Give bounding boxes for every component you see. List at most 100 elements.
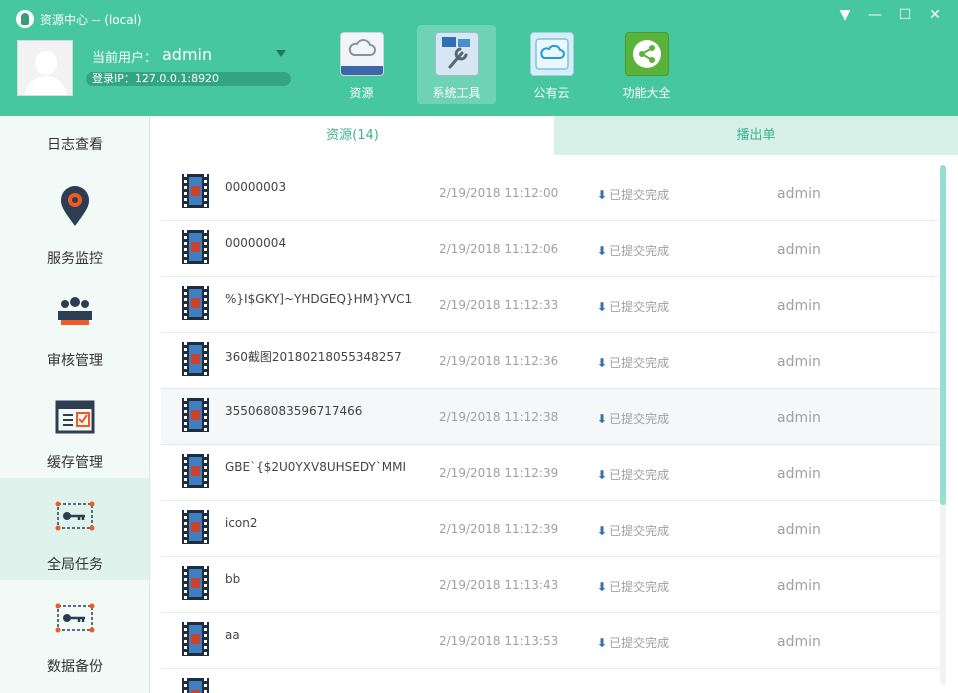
row-user: admin bbox=[777, 522, 821, 538]
sidebar-item-cache-manage[interactable]: 缓存管理 bbox=[0, 382, 149, 484]
scrollbar-thumb[interactable] bbox=[940, 165, 946, 505]
row-user: admin bbox=[777, 354, 821, 370]
minimize-icon[interactable]: — bbox=[860, 4, 890, 26]
current-user-label: 当前用户： bbox=[92, 51, 158, 66]
row-time: 2/19/2018 11:12:39 bbox=[439, 466, 559, 480]
video-file-icon bbox=[182, 286, 209, 320]
toolbar-resources[interactable]: 资源 bbox=[322, 25, 401, 104]
table-row[interactable]: GBE`{$2U0YXV8UHSEDY`MMI 2/19/2018 11:12:… bbox=[161, 445, 941, 501]
row-status-text: 已提交完成 bbox=[609, 468, 670, 482]
row-name: bb bbox=[225, 572, 241, 586]
download-arrow-icon: ⬇ bbox=[597, 188, 608, 202]
row-name: icon2 bbox=[225, 516, 258, 530]
video-file-icon bbox=[182, 398, 209, 432]
toolbar-all-features-label: 功能大全 bbox=[622, 86, 671, 100]
toolbar-all-features[interactable]: 功能大全 bbox=[607, 25, 686, 104]
row-status: ⬇ 已提交完成 bbox=[597, 298, 669, 315]
toolbar-system-tools[interactable]: 系统工具 bbox=[417, 25, 496, 104]
key-backup-icon bbox=[55, 603, 95, 633]
user-dropdown-icon[interactable] bbox=[276, 50, 286, 57]
table-row[interactable]: 00000004 2/19/2018 11:12:06 ⬇ 已提交完成 admin bbox=[161, 221, 941, 277]
download-arrow-icon: ⬇ bbox=[597, 356, 608, 370]
row-status: ⬇ 已提交完成 bbox=[597, 410, 669, 427]
row-time: 2/19/2018 11:13:53 bbox=[439, 634, 559, 648]
row-user: admin bbox=[777, 186, 821, 202]
sidebar-item-label: 全局任务 bbox=[47, 557, 103, 573]
table-row[interactable]: aa 2/19/2018 11:13:53 ⬇ 已提交完成 admin bbox=[161, 613, 941, 669]
login-ip-badge: 登录IP：127.0.0.1:8920 bbox=[86, 72, 291, 86]
sidebar-item-label: 日志查看 bbox=[47, 137, 103, 153]
row-status-text: 已提交完成 bbox=[609, 524, 670, 538]
row-status-text: 已提交完成 bbox=[609, 300, 670, 314]
row-user: admin bbox=[777, 242, 821, 258]
download-arrow-icon: ⬇ bbox=[597, 468, 608, 482]
cache-window-icon bbox=[55, 400, 95, 434]
table-row[interactable]: 355068083596717466 2/19/2018 11:12:38 ⬇ 已… bbox=[161, 389, 941, 445]
download-arrow-icon: ⬇ bbox=[597, 580, 608, 594]
row-time: 2/19/2018 11:12:39 bbox=[439, 522, 559, 536]
sidebar-item-label: 审核管理 bbox=[47, 353, 103, 369]
sidebar-item-data-backup[interactable]: 数据备份 bbox=[0, 580, 149, 682]
row-name: aa bbox=[225, 628, 240, 642]
toolbar-public-cloud[interactable]: 公有云 bbox=[512, 25, 591, 104]
video-file-icon bbox=[182, 566, 209, 600]
sidebar-item-log-view[interactable]: 日志查看 bbox=[0, 116, 149, 162]
resource-list: 00000003 2/19/2018 11:12:00 ⬇ 已提交完成 admin… bbox=[151, 165, 941, 693]
close-icon[interactable]: ✕ bbox=[920, 4, 950, 26]
table-row[interactable]: icon2 2/19/2018 11:12:39 ⬇ 已提交完成 admin bbox=[161, 501, 941, 557]
table-row[interactable]: 360截图20180218055348257 2/19/2018 11:12:3… bbox=[161, 333, 941, 389]
video-file-icon bbox=[182, 454, 209, 488]
avatar[interactable] bbox=[17, 40, 73, 96]
row-user: admin bbox=[777, 578, 821, 594]
video-file-icon bbox=[182, 622, 209, 656]
row-status: ⬇ 已提交完成 bbox=[597, 466, 669, 483]
sidebar: 日志查看 服务监控 审核管理 缓存管理 全局任务 数据备份 bbox=[0, 116, 150, 693]
toolbar-public-cloud-label: 公有云 bbox=[533, 86, 570, 100]
row-status: ⬇ 已提交完成 bbox=[597, 578, 669, 595]
table-row[interactable]: %}I$GKY]~YHDGEQ}HM}YVC1 2/19/2018 11:12:… bbox=[161, 277, 941, 333]
public-cloud-icon bbox=[530, 32, 574, 76]
row-time: 2/19/2018 11:12:38 bbox=[439, 410, 559, 424]
window-title: 资源中心 -- (local) bbox=[16, 10, 142, 28]
row-status-text: 已提交完成 bbox=[609, 412, 670, 426]
tools-icon bbox=[435, 32, 479, 76]
row-user: admin bbox=[777, 634, 821, 650]
avatar-body-icon bbox=[25, 76, 67, 95]
row-time: 2/19/2018 11:12:33 bbox=[439, 298, 559, 312]
row-time: 2/19/2018 11:12:00 bbox=[439, 186, 559, 200]
row-time: 2/19/2018 11:12:06 bbox=[439, 242, 559, 256]
app-logo-icon bbox=[16, 10, 34, 28]
sidebar-item-global-tasks[interactable]: 全局任务 bbox=[0, 478, 149, 580]
row-name: 00000004 bbox=[225, 236, 287, 250]
download-arrow-icon: ⬇ bbox=[597, 636, 608, 650]
sidebar-item-service-monitor[interactable]: 服务监控 bbox=[0, 178, 149, 280]
row-user: admin bbox=[777, 298, 821, 314]
video-file-icon bbox=[182, 230, 209, 264]
sidebar-item-label: 缓存管理 bbox=[47, 455, 103, 471]
key-task-icon bbox=[55, 501, 95, 531]
tab-resources[interactable]: 资源(14) bbox=[151, 116, 554, 155]
dropdown-menu-icon[interactable]: ▼ bbox=[830, 4, 860, 26]
row-user: admin bbox=[777, 410, 821, 426]
sidebar-item-label: 数据备份 bbox=[47, 659, 103, 675]
row-user: admin bbox=[777, 466, 821, 482]
window-controls: ▼ — ☐ ✕ bbox=[830, 4, 950, 26]
current-user-name: admin bbox=[162, 45, 213, 64]
row-status: ⬇ 已提交完成 bbox=[597, 634, 669, 651]
title-bar: 资源中心 -- (local) ▼ — ☐ ✕ 当前用户： admin 登录IP… bbox=[0, 0, 958, 116]
row-status-text: 已提交完成 bbox=[609, 188, 670, 202]
row-status: ⬇ 已提交完成 bbox=[597, 522, 669, 539]
video-file-icon bbox=[182, 342, 209, 376]
row-time: 2/19/2018 11:13:43 bbox=[439, 578, 559, 592]
table-row[interactable]: bb 2/19/2018 11:13:43 ⬇ 已提交完成 admin bbox=[161, 557, 941, 613]
sidebar-item-label: 服务监控 bbox=[47, 251, 103, 267]
tab-playlist[interactable]: 播出单 bbox=[554, 116, 958, 155]
table-row[interactable]: 00000003 2/19/2018 11:12:00 ⬇ 已提交完成 admin bbox=[161, 165, 941, 221]
maximize-icon[interactable]: ☐ bbox=[890, 4, 920, 26]
table-row[interactable] bbox=[161, 669, 941, 693]
row-status-text: 已提交完成 bbox=[609, 356, 670, 370]
row-name: 355068083596717466 bbox=[225, 404, 363, 418]
sidebar-item-review-manage[interactable]: 审核管理 bbox=[0, 280, 149, 382]
row-status-text: 已提交完成 bbox=[609, 244, 670, 258]
location-gear-icon bbox=[61, 186, 89, 226]
